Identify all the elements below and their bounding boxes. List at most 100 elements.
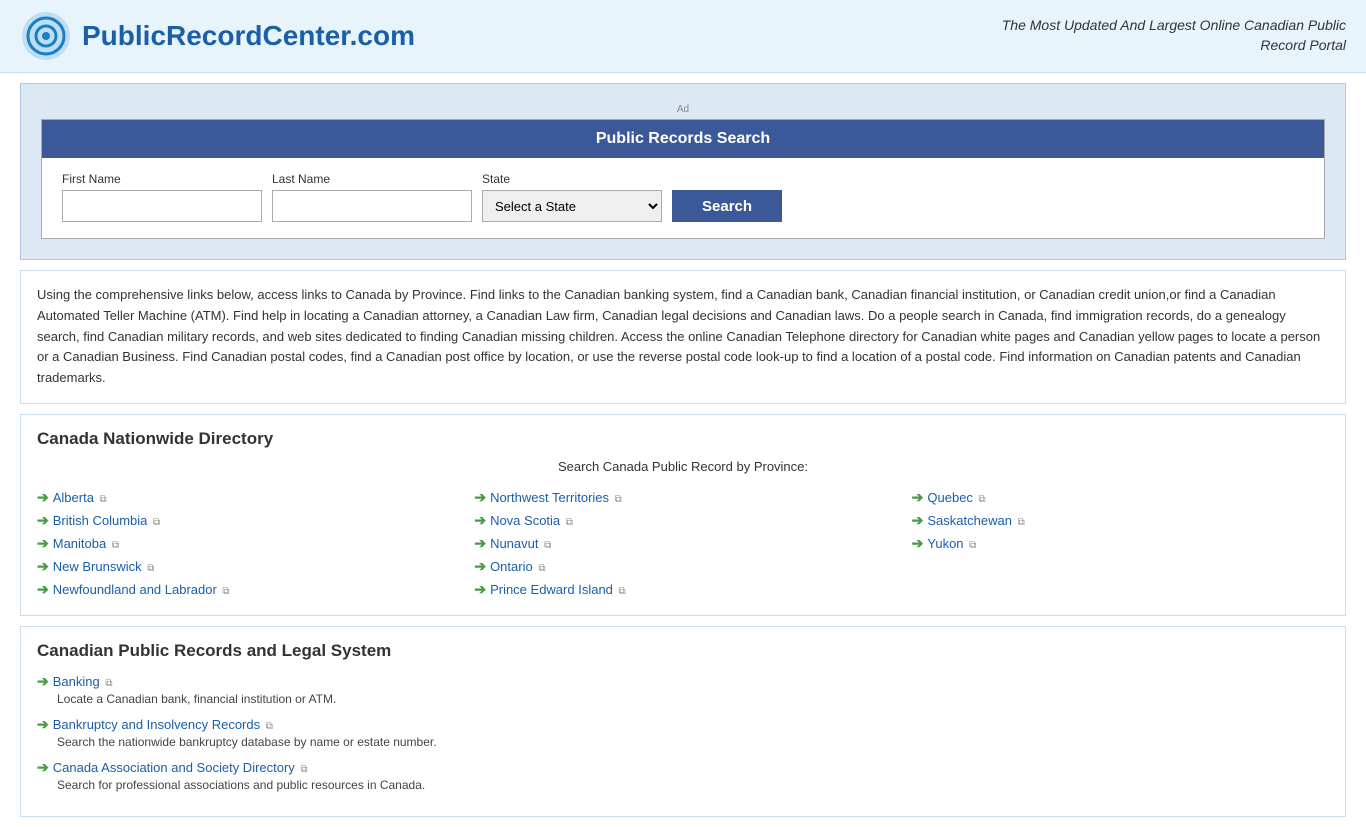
list-item: ➔ Alberta ⧉ <box>37 486 454 509</box>
ext-icon: ⧉ <box>544 540 551 551</box>
list-item: ➔ Northwest Territories ⧉ <box>474 486 891 509</box>
arrow-icon: ➔ <box>912 512 924 529</box>
province-link-sk[interactable]: Saskatchewan ⧉ <box>927 513 1024 528</box>
arrow-icon: ➔ <box>37 673 49 690</box>
arrow-icon: ➔ <box>474 489 486 506</box>
list-item: ➔ Canada Association and Society Directo… <box>37 759 1329 792</box>
arrow-icon: ➔ <box>474 535 486 552</box>
list-item: ➔ New Brunswick ⧉ <box>37 555 454 578</box>
arrow-icon: ➔ <box>37 489 49 506</box>
arrow-icon: ➔ <box>37 512 49 529</box>
ext-icon: ⧉ <box>266 721 273 732</box>
banking-link[interactable]: Banking ⧉ <box>53 674 113 689</box>
search-button[interactable]: Search <box>672 190 782 222</box>
arrow-icon: ➔ <box>37 558 49 575</box>
list-item: ➔ Nunavut ⧉ <box>474 532 891 555</box>
ext-icon: ⧉ <box>222 586 229 597</box>
ext-icon: ⧉ <box>979 494 986 505</box>
ext-icon: ⧉ <box>147 563 154 574</box>
lastname-input[interactable] <box>272 190 472 222</box>
ext-icon: ⧉ <box>538 563 545 574</box>
province-header: Search Canada Public Record by Province: <box>37 459 1329 474</box>
province-link-bc[interactable]: British Columbia ⧉ <box>53 513 160 528</box>
header: PublicRecordCenter.com The Most Updated … <box>0 0 1366 73</box>
arrow-icon: ➔ <box>37 716 49 733</box>
list-item: ➔ Nova Scotia ⧉ <box>474 509 891 532</box>
ext-icon: ⧉ <box>153 517 160 528</box>
arrow-icon: ➔ <box>37 535 49 552</box>
list-item: ➔ Bankruptcy and Insolvency Records ⧉ Se… <box>37 716 1329 749</box>
provinces-grid: ➔ Alberta ⧉ ➔ British Columbia ⧉ ➔ Manit… <box>37 486 1329 601</box>
state-field-group: State Select a State Alberta British Col… <box>482 172 662 222</box>
search-box-title: Public Records Search <box>42 120 1324 158</box>
legal-item-header: ➔ Banking ⧉ <box>37 673 1329 690</box>
ext-icon: ⧉ <box>615 494 622 505</box>
search-box-wrapper: Ad Public Records Search First Name Last… <box>20 83 1346 260</box>
state-select[interactable]: Select a State Alberta British Columbia … <box>482 190 662 222</box>
logo-text: PublicRecordCenter.com <box>82 20 415 52</box>
arrow-icon: ➔ <box>37 581 49 598</box>
list-item: ➔ British Columbia ⧉ <box>37 509 454 532</box>
arrow-icon: ➔ <box>474 581 486 598</box>
province-link-qc[interactable]: Quebec ⧉ <box>927 490 985 505</box>
province-col-1: ➔ Alberta ⧉ ➔ British Columbia ⧉ ➔ Manit… <box>37 486 454 601</box>
legal-item-header: ➔ Canada Association and Society Directo… <box>37 759 1329 776</box>
list-item: ➔ Banking ⧉ Locate a Canadian bank, fina… <box>37 673 1329 706</box>
association-desc: Search for professional associations and… <box>57 778 1329 792</box>
ext-icon: ⧉ <box>105 678 112 689</box>
ext-icon: ⧉ <box>1018 517 1025 528</box>
ext-icon: ⧉ <box>112 540 119 551</box>
province-link-manitoba[interactable]: Manitoba ⧉ <box>53 536 119 551</box>
arrow-icon: ➔ <box>474 512 486 529</box>
province-link-alberta[interactable]: Alberta ⧉ <box>53 490 107 505</box>
province-col-2: ➔ Northwest Territories ⧉ ➔ Nova Scotia … <box>474 486 891 601</box>
association-link[interactable]: Canada Association and Society Directory… <box>53 760 308 775</box>
ext-icon: ⧉ <box>100 494 107 505</box>
legal-section-title: Canadian Public Records and Legal System <box>37 641 1329 661</box>
legal-item-header: ➔ Bankruptcy and Insolvency Records ⧉ <box>37 716 1329 733</box>
province-link-ns[interactable]: Nova Scotia ⧉ <box>490 513 573 528</box>
logo-icon <box>20 10 72 62</box>
state-label: State <box>482 172 662 186</box>
search-fields: First Name Last Name State Select a Stat… <box>42 158 1324 222</box>
tagline: The Most Updated And Largest Online Cana… <box>966 16 1346 55</box>
firstname-input[interactable] <box>62 190 262 222</box>
province-link-pei[interactable]: Prince Edward Island ⧉ <box>490 582 626 597</box>
province-link-on[interactable]: Ontario ⧉ <box>490 559 545 574</box>
bankruptcy-link[interactable]: Bankruptcy and Insolvency Records ⧉ <box>53 717 273 732</box>
legal-section: Canadian Public Records and Legal System… <box>20 626 1346 817</box>
province-link-yk[interactable]: Yukon ⧉ <box>927 536 976 551</box>
firstname-label: First Name <box>62 172 262 186</box>
list-item: ➔ Ontario ⧉ <box>474 555 891 578</box>
ext-icon: ⧉ <box>300 764 307 775</box>
description-text: Using the comprehensive links below, acc… <box>37 287 1320 385</box>
search-box: Public Records Search First Name Last Na… <box>41 119 1325 239</box>
province-link-nu[interactable]: Nunavut ⧉ <box>490 536 551 551</box>
ext-icon: ⧉ <box>619 586 626 597</box>
list-item: ➔ Yukon ⧉ <box>912 532 1329 555</box>
lastname-field-group: Last Name <box>272 172 472 222</box>
description: Using the comprehensive links below, acc… <box>20 270 1346 404</box>
ext-icon: ⧉ <box>969 540 976 551</box>
province-link-nb[interactable]: New Brunswick ⧉ <box>53 559 155 574</box>
logo-area: PublicRecordCenter.com <box>20 10 415 62</box>
arrow-icon: ➔ <box>37 759 49 776</box>
list-item: ➔ Saskatchewan ⧉ <box>912 509 1329 532</box>
province-col-3: ➔ Quebec ⧉ ➔ Saskatchewan ⧉ ➔ Yukon ⧉ <box>912 486 1329 601</box>
province-link-nt[interactable]: Northwest Territories ⧉ <box>490 490 622 505</box>
list-item: ➔ Quebec ⧉ <box>912 486 1329 509</box>
province-link-nl[interactable]: Newfoundland and Labrador ⧉ <box>53 582 230 597</box>
arrow-icon: ➔ <box>912 535 924 552</box>
lastname-label: Last Name <box>272 172 472 186</box>
list-item: ➔ Newfoundland and Labrador ⧉ <box>37 578 454 601</box>
directory-section: Canada Nationwide Directory Search Canad… <box>20 414 1346 616</box>
banking-desc: Locate a Canadian bank, financial instit… <box>57 692 1329 706</box>
list-item: ➔ Prince Edward Island ⧉ <box>474 578 891 601</box>
list-item: ➔ Manitoba ⧉ <box>37 532 454 555</box>
ad-label: Ad <box>41 104 1325 115</box>
firstname-field-group: First Name <box>62 172 262 222</box>
arrow-icon: ➔ <box>912 489 924 506</box>
directory-title: Canada Nationwide Directory <box>37 429 1329 449</box>
ext-icon: ⧉ <box>566 517 573 528</box>
arrow-icon: ➔ <box>474 558 486 575</box>
